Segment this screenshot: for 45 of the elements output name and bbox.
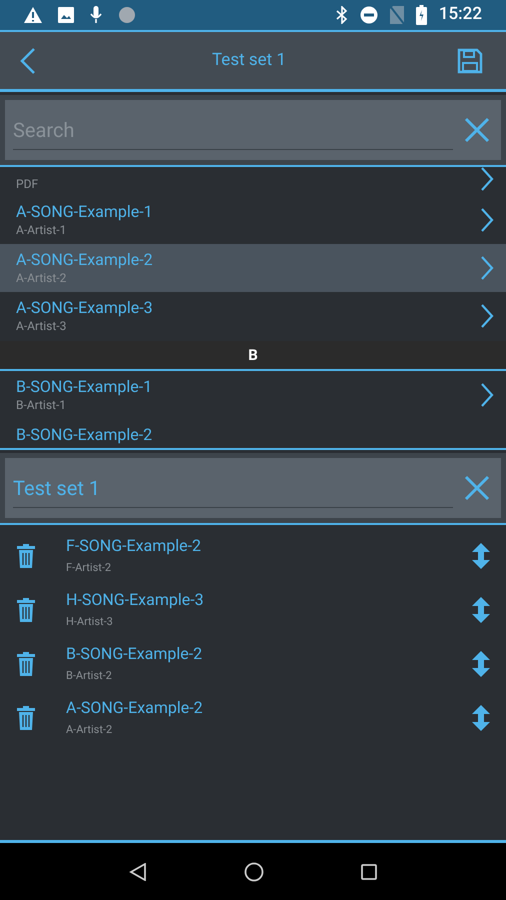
song-title: A-SONG-Example-2 bbox=[16, 250, 153, 270]
do-not-disturb-icon bbox=[360, 6, 378, 24]
header-title: Test set 1 bbox=[212, 48, 286, 72]
chevron-right-icon bbox=[480, 255, 494, 282]
circle-icon bbox=[118, 6, 136, 24]
song-title: H-SONG-Example-3 bbox=[66, 590, 205, 610]
clock: 15:22 bbox=[438, 3, 482, 26]
artist-label: A-Artist-2 bbox=[16, 270, 68, 286]
reorder-icon[interactable] bbox=[472, 543, 490, 569]
chevron-right-icon bbox=[480, 303, 494, 330]
reorder-icon[interactable] bbox=[472, 705, 490, 731]
chevron-right-icon bbox=[480, 382, 494, 408]
artist-label: A-Artist-1 bbox=[16, 222, 68, 238]
chevron-right-icon bbox=[480, 206, 494, 233]
song-title: B-SONG-Example-2 bbox=[16, 425, 152, 446]
artist-label: F-Artist-2 bbox=[66, 560, 112, 576]
trash-icon[interactable] bbox=[16, 543, 36, 569]
song-title: B-SONG-Example-2 bbox=[66, 644, 204, 664]
song-title: A-SONG-Example-1 bbox=[16, 202, 153, 222]
microphone-icon bbox=[90, 6, 102, 24]
section-header: B bbox=[248, 344, 258, 366]
artist-label: A-Artist-2 bbox=[66, 722, 114, 738]
image-icon bbox=[58, 7, 74, 23]
bluetooth-icon bbox=[336, 6, 348, 24]
song-title: A-SONG-Example-2 bbox=[66, 698, 204, 718]
artist-label: B-Artist-1 bbox=[16, 397, 68, 414]
artist-label: H-Artist-3 bbox=[66, 614, 114, 630]
reorder-icon[interactable] bbox=[472, 597, 490, 623]
no-sim-icon bbox=[390, 6, 404, 24]
artist-label: PDF bbox=[16, 176, 38, 192]
warning-icon bbox=[24, 7, 42, 23]
song-title: B-SONG-Example-1 bbox=[16, 377, 152, 398]
trash-icon[interactable] bbox=[16, 651, 36, 677]
artist-label: B-Artist-2 bbox=[66, 668, 113, 684]
trash-icon[interactable] bbox=[16, 705, 36, 731]
trash-icon[interactable] bbox=[16, 597, 36, 623]
back-nav-icon[interactable] bbox=[128, 862, 147, 880]
song-title: A-SONG-Example-3 bbox=[16, 298, 153, 318]
home-nav-icon[interactable] bbox=[244, 862, 264, 882]
battery-icon bbox=[416, 5, 427, 25]
song-title: F-SONG-Example-2 bbox=[66, 536, 202, 556]
artist-label: A-Artist-3 bbox=[16, 318, 68, 334]
reorder-icon[interactable] bbox=[472, 651, 490, 677]
recents-nav-icon[interactable] bbox=[361, 864, 378, 880]
song-row[interactable]: A-SONG-Example-2 A-Artist-2 bbox=[0, 244, 506, 292]
